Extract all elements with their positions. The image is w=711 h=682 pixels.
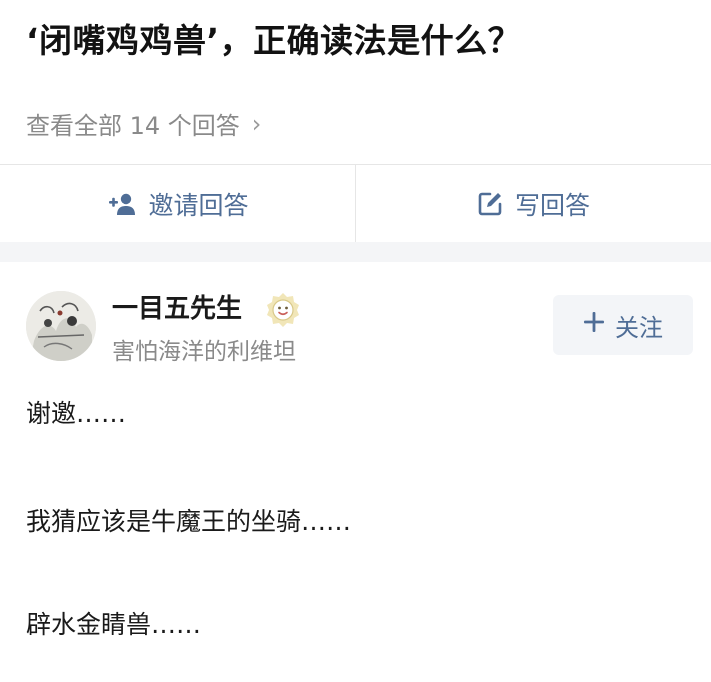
answer-line: 我猜应该是牛魔王的坐骑…… xyxy=(26,507,352,536)
view-all-answers-link[interactable]: 查看全部 14 个回答 › xyxy=(26,106,261,141)
smiley-badge-icon xyxy=(264,291,302,329)
author-name[interactable]: 一目五先生 xyxy=(112,288,242,325)
question-title: ‘闭嘴鸡鸡兽’，正确读法是什么？ xyxy=(26,21,522,60)
author-bio: 害怕海洋的利维坦 xyxy=(112,339,296,365)
follow-label: 关注 xyxy=(615,313,663,342)
write-answer-button[interactable]: 写回答 xyxy=(355,165,711,243)
section-divider xyxy=(0,242,711,262)
view-all-label: 查看全部 14 个回答 xyxy=(26,112,240,140)
follow-button[interactable]: 关注 xyxy=(553,295,693,355)
chevron-right-icon: › xyxy=(251,109,262,138)
write-answer-label: 写回答 xyxy=(514,191,590,220)
invite-answer-button[interactable]: 邀请回答 xyxy=(0,165,355,243)
plus-icon xyxy=(583,311,605,339)
edit-icon xyxy=(477,191,503,217)
answer-line: 辟水金睛兽…… xyxy=(26,610,202,639)
answer-line: 谢邀…… xyxy=(26,399,127,428)
author-avatar[interactable] xyxy=(26,291,96,361)
invite-answer-label: 邀请回答 xyxy=(148,191,249,220)
add-person-icon xyxy=(106,192,136,216)
question-action-bar: 邀请回答 写回答 xyxy=(0,164,711,243)
